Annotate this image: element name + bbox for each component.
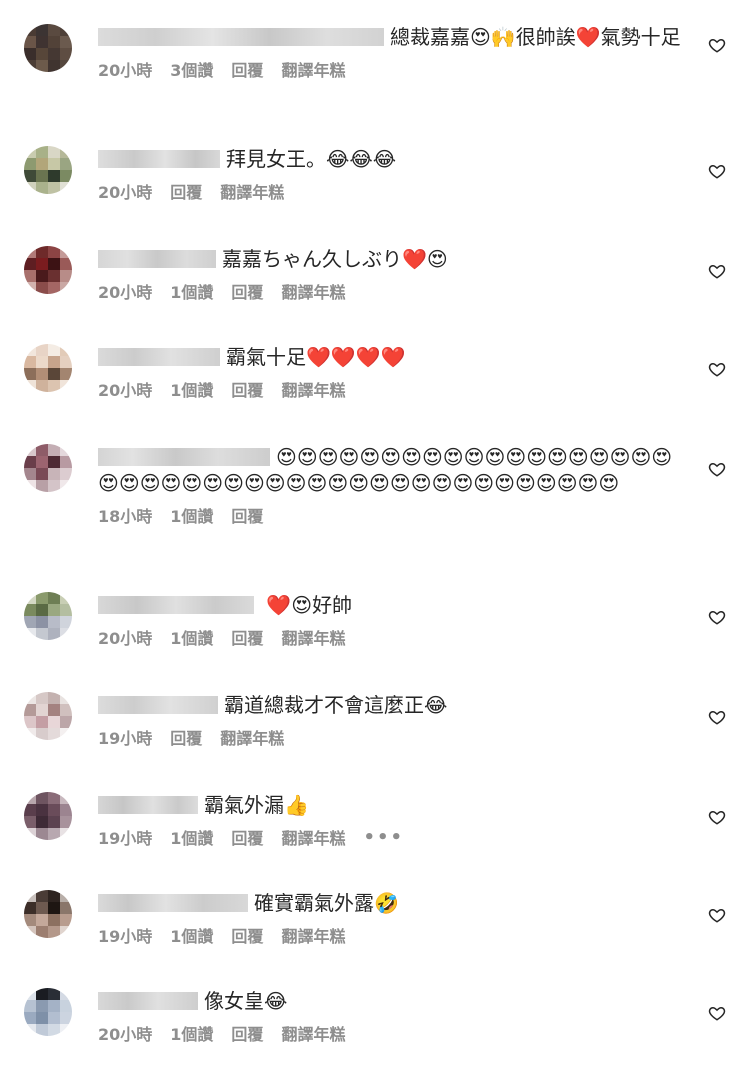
timestamp: 19小時 xyxy=(98,829,153,848)
comment-text: ❤️😍好帥 xyxy=(98,592,684,618)
blurred-username[interactable] xyxy=(98,796,198,814)
blurred-username[interactable] xyxy=(98,596,254,614)
avatar[interactable] xyxy=(24,792,72,840)
blurred-username[interactable] xyxy=(98,894,248,912)
reply-button[interactable]: 回覆 xyxy=(170,725,202,749)
comment-text: 嘉嘉ちゃん久しぶり❤️😍 xyxy=(98,246,684,272)
translate-button[interactable]: 翻譯年糕 xyxy=(281,377,345,401)
reply-button[interactable]: 回覆 xyxy=(170,179,202,203)
comment-item: 霸氣十足❤️❤️❤️❤️ 20小時 1個讚 回覆 翻譯年糕 xyxy=(0,344,744,414)
comment-meta: 20小時 1個讚 回覆 翻譯年糕 xyxy=(98,280,684,302)
comment-text: 霸道總裁才不會這麼正😂 xyxy=(98,692,684,718)
likes-count[interactable]: 1個讚 xyxy=(170,279,213,303)
comment-meta: 19小時 1個讚 回覆 翻譯年糕 ••• xyxy=(98,825,684,849)
comment-meta: 20小時 1個讚 回覆 翻譯年糕 xyxy=(98,626,684,648)
comment-meta: 20小時 回覆 翻譯年糕 xyxy=(98,180,684,202)
blurred-username[interactable] xyxy=(98,696,218,714)
blurred-username[interactable] xyxy=(98,448,270,466)
comment-item: 😍😍😍😍😍😍😍😍😍😍😍😍😍😍😍😍😍😍😍😍😍😍😍😍😍😍😍😍😍😍😍😍😍😍😍😍😍😍😍😍… xyxy=(0,444,744,564)
translate-button[interactable]: 翻譯年糕 xyxy=(220,725,284,749)
comment-item: 確實霸氣外露🤣 19小時 1個讚 回覆 翻譯年糕 xyxy=(0,890,744,960)
likes-count[interactable]: 1個讚 xyxy=(170,625,213,649)
comment-item: 霸道總裁才不會這麼正😂 19小時 回覆 翻譯年糕 xyxy=(0,692,744,762)
comment-text: 霸氣十足❤️❤️❤️❤️ xyxy=(98,344,684,370)
comment-item: 嘉嘉ちゃん久しぶり❤️😍 20小時 1個讚 回覆 翻譯年糕 xyxy=(0,246,744,316)
reply-button[interactable]: 回覆 xyxy=(231,1021,263,1045)
comment-item: 像女皇😂 20小時 1個讚 回覆 翻譯年糕 xyxy=(0,988,744,1058)
reply-button[interactable]: 回覆 xyxy=(231,503,263,527)
comment-meta: 20小時 1個讚 回覆 翻譯年糕 xyxy=(98,1022,684,1044)
comment-meta: 18小時 1個讚 回覆 xyxy=(98,504,684,526)
heart-outline-icon[interactable] xyxy=(708,1004,726,1022)
comment-item: ❤️😍好帥 20小時 1個讚 回覆 翻譯年糕 xyxy=(0,592,744,662)
timestamp: 20小時 xyxy=(98,1025,153,1044)
comment-text: 確實霸氣外露🤣 xyxy=(98,890,684,916)
avatar[interactable] xyxy=(24,988,72,1036)
heart-outline-icon[interactable] xyxy=(708,708,726,726)
comment-text: 😍😍😍😍😍😍😍😍😍😍😍😍😍😍😍😍😍😍😍😍😍😍😍😍😍😍😍😍😍😍😍😍😍😍😍😍😍😍😍😍… xyxy=(98,445,673,495)
timestamp: 20小時 xyxy=(98,381,153,400)
avatar[interactable] xyxy=(24,146,72,194)
comment-item: 霸氣外漏👍 19小時 1個讚 回覆 翻譯年糕 ••• xyxy=(0,792,744,862)
comment-item: 拜見女王。😂😂😂 20小時 回覆 翻譯年糕 xyxy=(0,146,744,216)
likes-count[interactable]: 3個讚 xyxy=(170,57,213,81)
translate-button[interactable]: 翻譯年糕 xyxy=(281,923,345,947)
comment-list: 總裁嘉嘉😍🙌很帥誒❤️氣勢十足 20小時 3個讚 回覆 翻譯年糕 拜見女王。😂😂… xyxy=(0,0,744,1070)
heart-outline-icon[interactable] xyxy=(708,608,726,626)
avatar[interactable] xyxy=(24,24,72,72)
timestamp: 20小時 xyxy=(98,283,153,302)
more-options-icon[interactable]: ••• xyxy=(363,827,404,848)
blurred-username[interactable] xyxy=(98,992,198,1010)
likes-count[interactable]: 1個讚 xyxy=(170,1021,213,1045)
translate-button[interactable]: 翻譯年糕 xyxy=(220,179,284,203)
translate-button[interactable]: 翻譯年糕 xyxy=(281,57,345,81)
heart-outline-icon[interactable] xyxy=(708,808,726,826)
timestamp: 20小時 xyxy=(98,61,153,80)
blurred-username[interactable] xyxy=(98,250,216,268)
heart-outline-icon[interactable] xyxy=(708,460,726,478)
translate-button[interactable]: 翻譯年糕 xyxy=(281,825,345,849)
heart-outline-icon[interactable] xyxy=(708,360,726,378)
comment-text: 總裁嘉嘉😍🙌很帥誒❤️氣勢十足 xyxy=(98,24,684,50)
heart-outline-icon[interactable] xyxy=(708,262,726,280)
avatar[interactable] xyxy=(24,692,72,740)
reply-button[interactable]: 回覆 xyxy=(231,923,263,947)
likes-count[interactable]: 1個讚 xyxy=(170,923,213,947)
heart-outline-icon[interactable] xyxy=(708,906,726,924)
timestamp: 20小時 xyxy=(98,629,153,648)
avatar[interactable] xyxy=(24,344,72,392)
heart-outline-icon[interactable] xyxy=(708,36,726,54)
likes-count[interactable]: 1個讚 xyxy=(170,377,213,401)
reply-button[interactable]: 回覆 xyxy=(231,279,263,303)
likes-count[interactable]: 1個讚 xyxy=(170,503,213,527)
comment-meta: 20小時 1個讚 回覆 翻譯年糕 xyxy=(98,378,684,400)
translate-button[interactable]: 翻譯年糕 xyxy=(281,625,345,649)
reply-button[interactable]: 回覆 xyxy=(231,825,263,849)
comment-meta: 20小時 3個讚 回覆 翻譯年糕 xyxy=(98,58,684,80)
reply-button[interactable]: 回覆 xyxy=(231,377,263,401)
blurred-username[interactable] xyxy=(98,348,220,366)
comment-text: 拜見女王。😂😂😂 xyxy=(98,146,684,172)
translate-button[interactable]: 翻譯年糕 xyxy=(281,1021,345,1045)
blurred-username[interactable] xyxy=(98,28,384,46)
timestamp: 19小時 xyxy=(98,729,153,748)
timestamp: 19小時 xyxy=(98,927,153,946)
comment-text: 霸氣外漏👍 xyxy=(98,792,684,818)
heart-outline-icon[interactable] xyxy=(708,162,726,180)
translate-button[interactable]: 翻譯年糕 xyxy=(281,279,345,303)
blurred-username[interactable] xyxy=(98,150,220,168)
reply-button[interactable]: 回覆 xyxy=(231,57,263,81)
comment-item: 總裁嘉嘉😍🙌很帥誒❤️氣勢十足 20小時 3個讚 回覆 翻譯年糕 xyxy=(0,24,744,124)
avatar[interactable] xyxy=(24,592,72,640)
avatar[interactable] xyxy=(24,890,72,938)
timestamp: 18小時 xyxy=(98,507,153,526)
comment-text: 像女皇😂 xyxy=(98,988,684,1014)
avatar[interactable] xyxy=(24,444,72,492)
reply-button[interactable]: 回覆 xyxy=(231,625,263,649)
comment-meta: 19小時 回覆 翻譯年糕 xyxy=(98,726,684,748)
likes-count[interactable]: 1個讚 xyxy=(170,825,213,849)
timestamp: 20小時 xyxy=(98,183,153,202)
avatar[interactable] xyxy=(24,246,72,294)
comment-meta: 19小時 1個讚 回覆 翻譯年糕 xyxy=(98,924,684,946)
